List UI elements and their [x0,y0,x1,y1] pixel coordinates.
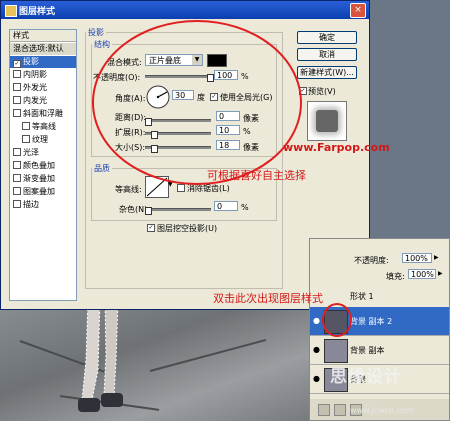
layer-name: 背景 副本 [350,346,385,355]
style-item-color-overlay[interactable]: 颜色叠加 [10,160,76,172]
checkbox[interactable] [13,174,21,182]
dialog-title: 图层样式 [19,7,56,17]
checkbox[interactable] [22,122,30,130]
highlight-ellipse [92,20,302,185]
style-item-label: 颜色叠加 [23,161,55,170]
style-item-inner-glow[interactable]: 内发光 [10,95,76,107]
layer-name: 背景 副本 2 [350,317,393,326]
style-item-label: 斜面和浮雕 [23,109,63,118]
style-item-label: 内发光 [23,96,47,105]
link-icon[interactable] [318,404,330,416]
layer-opacity-input[interactable]: 100% [402,253,432,263]
ok-button[interactable]: 确定 [297,31,357,44]
styles-header: 样式 [10,30,76,42]
style-item-label: 内阴影 [23,70,47,79]
knockout-label: 图层挖空投影(U) [157,224,218,233]
knockout-checkbox[interactable]: ✓ [147,224,155,232]
checkbox[interactable] [13,187,21,195]
close-button[interactable]: × [350,3,366,18]
eye-icon[interactable]: ● [313,345,320,354]
background-photo [0,300,320,421]
dialog-titlebar[interactable]: 图层样式 × [1,1,369,19]
layer-opacity-label: 不透明度: [354,256,389,265]
watermark-text: 思缘设计 [330,367,402,387]
style-item-inner-shadow[interactable]: 内阴影 [10,69,76,81]
style-item-contour[interactable]: 等高线 [10,121,76,133]
section-title: 投影 [88,28,104,37]
style-item-label: 混合选项:默认 [13,44,64,53]
checkbox-checked[interactable]: ✓ [13,60,21,68]
style-item-drop-shadow[interactable]: ✓ 投影 [10,56,76,68]
checkbox[interactable] [13,161,21,169]
structure-legend: 结构 [94,40,110,49]
preview-label: 预览(V) [308,87,336,96]
style-item-label: 渐变叠加 [23,174,55,183]
style-item-label: 纹理 [32,135,48,144]
eye-icon[interactable]: ● [313,374,320,383]
style-item-label: 光泽 [23,148,39,157]
noise-input[interactable]: 0 [214,201,238,211]
style-item-label: 外发光 [23,83,47,92]
style-item-gradient-overlay[interactable]: 渐变叠加 [10,173,76,185]
checkbox[interactable] [13,109,21,117]
quality-legend: 品质 [94,164,110,173]
checkbox[interactable] [13,200,21,208]
layer-row[interactable]: ● 背景 副本 [310,336,449,365]
noise-unit: % [241,203,249,212]
style-item-outer-glow[interactable]: 外发光 [10,82,76,94]
annotation-double-click: 双击此次出现图层样式 [213,292,323,305]
preview-thumbnail [307,101,347,141]
checkbox[interactable] [13,96,21,104]
checkbox[interactable] [13,148,21,156]
style-item-label: 描边 [23,200,39,209]
antialias-checkbox[interactable] [177,184,185,192]
noise-slider[interactable] [145,208,211,211]
watermark-url: www.jcwcn.com [350,406,414,415]
pavement-crack [149,338,267,372]
style-item-bevel-emboss[interactable]: 斜面和浮雕 [10,108,76,120]
contour-label: 等高线: [115,185,142,194]
styles-list: 样式 混合选项:默认 ✓ 投影 内阴影 外发光 内发光 斜面和浮雕 等高线 纹理 … [9,29,77,301]
chevron-right-icon[interactable]: ▶ [434,254,439,261]
annotation-url: www.Farpop.com [283,141,390,154]
layer-fill-input[interactable]: 100% [408,269,436,279]
fx-icon[interactable] [334,404,346,416]
legs-figure [78,300,123,412]
style-item-label: 等高线 [32,122,56,131]
checkbox[interactable] [13,70,21,78]
layer-name: 形状 1 [350,292,374,301]
layer-thumbnail [324,339,348,363]
style-item-satin[interactable]: 光泽 [10,147,76,159]
annotation-choose: 可根据喜好自主选择 [207,169,306,182]
layer-fill-label: 填充: [386,272,405,281]
style-item-blending-options[interactable]: 混合选项:默认 [10,43,76,55]
style-item-label: 图案叠加 [23,187,55,196]
style-item-pattern-overlay[interactable]: 图案叠加 [10,186,76,198]
eye-icon[interactable]: ● [313,316,320,325]
chevron-right-icon[interactable]: ▶ [438,270,443,277]
style-item-stroke[interactable]: 描边 [10,199,76,211]
highlight-circle [322,303,352,337]
style-item-label: 投影 [23,57,39,66]
checkbox[interactable] [13,83,21,91]
noise-slider-thumb[interactable] [145,207,152,215]
new-style-button[interactable]: 新建样式(W)... [297,66,357,79]
cancel-button[interactable]: 取消 [297,48,357,61]
photoshop-icon [5,5,17,17]
checkbox[interactable] [22,135,30,143]
style-item-texture[interactable]: 纹理 [10,134,76,146]
